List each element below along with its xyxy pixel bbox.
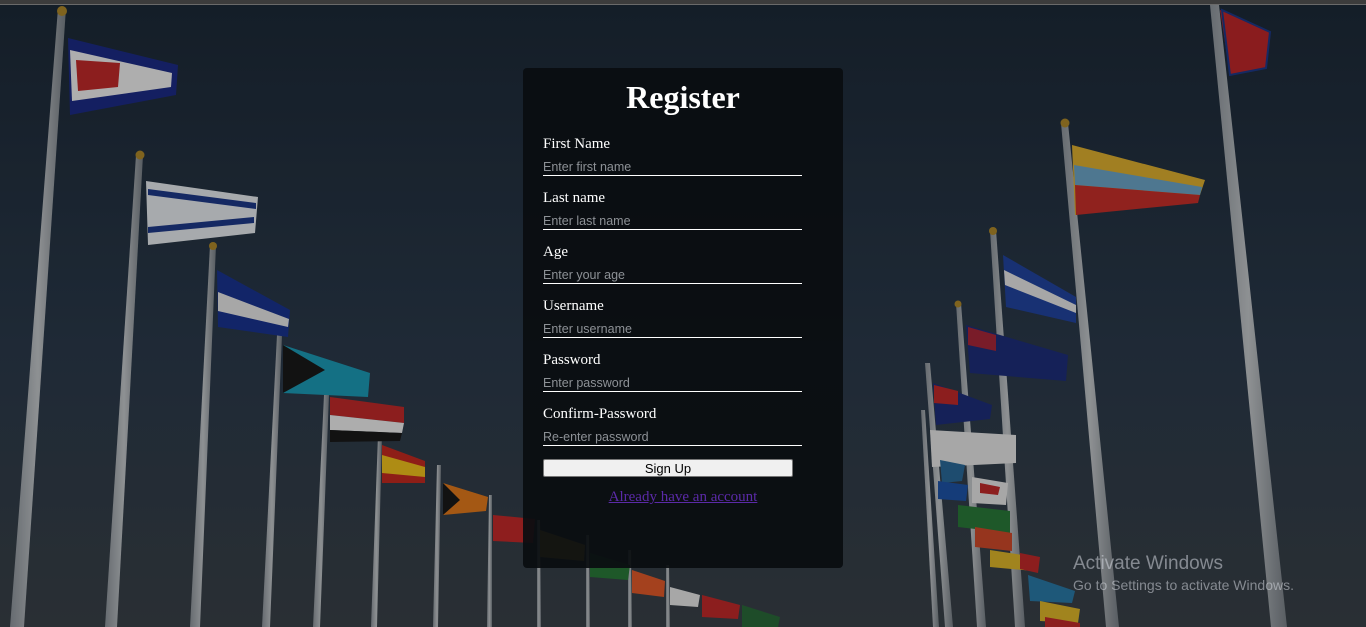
password-input[interactable] [543, 375, 802, 392]
confirm-password-label: Confirm-Password [543, 406, 657, 422]
confirm-password-input[interactable] [543, 429, 802, 446]
watermark-title: Activate Windows [1073, 553, 1223, 574]
form-title: Register [626, 79, 740, 115]
password-group: Password [543, 351, 802, 392]
last-name-group: Last name [543, 189, 802, 230]
sign-up-button[interactable]: Sign Up [543, 459, 793, 477]
watermark-subtitle: Go to Settings to activate Windows. [1073, 577, 1294, 593]
username-group: Username [543, 297, 802, 338]
age-group: Age [543, 243, 802, 284]
last-name-label: Last name [543, 190, 606, 206]
username-input[interactable] [543, 321, 802, 338]
age-input[interactable] [543, 267, 802, 284]
age-label: Age [543, 244, 568, 260]
login-link[interactable]: Already have an account [523, 488, 843, 506]
first-name-group: First Name [543, 135, 802, 176]
last-name-input[interactable] [543, 213, 802, 230]
first-name-input[interactable] [543, 159, 802, 176]
username-label: Username [543, 298, 604, 314]
password-label: Password [543, 352, 601, 368]
first-name-label: First Name [543, 136, 611, 152]
confirm-password-group: Confirm-Password [543, 405, 802, 446]
windows-activation-watermark: Activate Windows Go to Settings to activ… [1073, 553, 1294, 595]
register-card: Register First Name Last name Age Userna… [523, 68, 843, 568]
